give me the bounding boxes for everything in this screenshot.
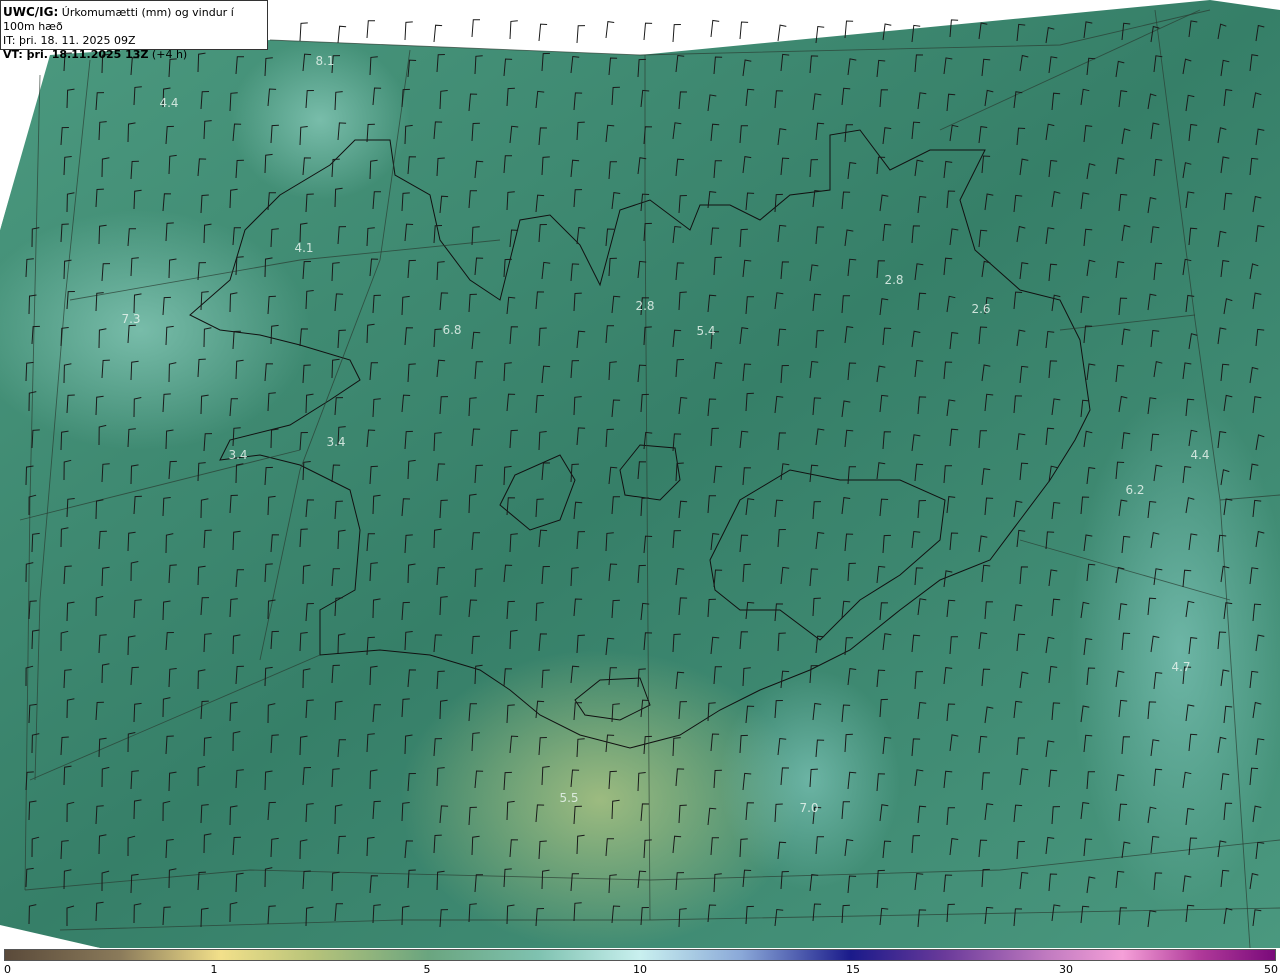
value-label: 4.4 [159, 96, 178, 110]
value-label: 6.8 [442, 323, 461, 337]
colorbar-tick: 0 [4, 963, 11, 976]
value-label: 6.2 [1125, 483, 1144, 497]
colorbar-tick: 15 [846, 963, 860, 976]
wind-barb [509, 20, 518, 40]
valid-time: VT: þri. 18.11.2025 13Z (+4 h) [3, 48, 188, 61]
value-label: 4.4 [1190, 448, 1209, 462]
value-label: 7.0 [799, 801, 818, 815]
value-label: 5.5 [559, 791, 578, 805]
wind-barb [471, 19, 480, 38]
value-label: 3.4 [326, 435, 345, 449]
value-label: 2.6 [971, 302, 990, 316]
wind-barb [404, 21, 413, 41]
colorbar-tick: 5 [423, 963, 431, 976]
value-label: 2.8 [635, 299, 654, 313]
product-title: UWC/IG: Úrkomumætti (mm) og vindur í 100… [3, 5, 234, 33]
colorbar-tick: 10 [633, 963, 647, 976]
wind-barb [605, 21, 615, 39]
map-header: UWC/IG: Úrkomumætti (mm) og vindur í 100… [0, 0, 268, 61]
init-time: IT: þri. 18. 11. 2025 09Z [3, 34, 136, 47]
colorbar-tick: 50 [1264, 963, 1278, 976]
value-label: 7.3 [121, 312, 140, 326]
wind-barb [433, 24, 443, 43]
precipitation-wind-map: 8.1 4.4 4.1 7.3 6.8 2.8 5.4 2.8 2.6 3.4 … [0, 0, 1280, 948]
value-label: 8.1 [315, 54, 334, 68]
precip-plume-east [1070, 390, 1280, 910]
colorbar-tick: 30 [1059, 963, 1073, 976]
wind-barb [710, 19, 720, 38]
wind-barb [672, 24, 681, 43]
value-label: 4.1 [294, 241, 313, 255]
wind-barb [299, 22, 308, 42]
wind-barb [366, 20, 375, 39]
value-label: 3.4 [228, 448, 247, 462]
value-label: 4.7 [1171, 660, 1190, 674]
wind-barb [337, 25, 347, 44]
colorbar-tick: 1 [210, 963, 218, 976]
value-label: 5.4 [696, 324, 715, 338]
wind-barb [739, 21, 749, 40]
wind-barb [643, 22, 653, 41]
wind-barb [538, 23, 548, 42]
value-label: 2.8 [884, 273, 903, 287]
wind-barb [777, 24, 787, 42]
precip-colorbar [4, 949, 1276, 961]
wind-barb [576, 25, 586, 44]
